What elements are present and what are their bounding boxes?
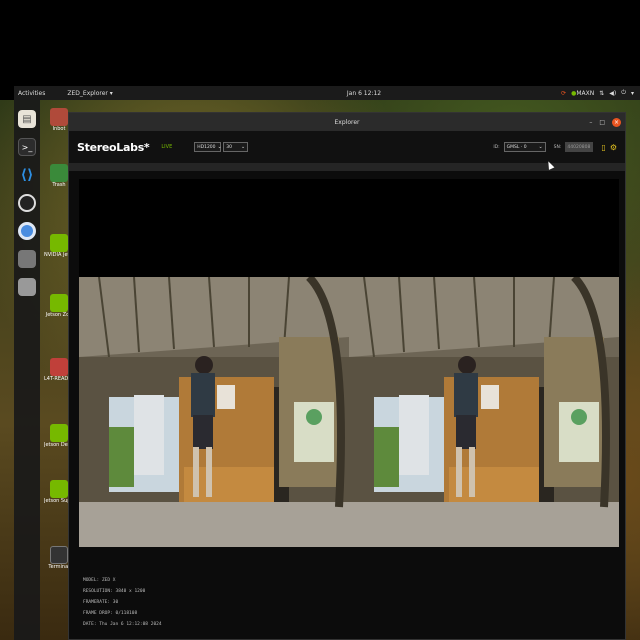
inbot-icon	[50, 108, 68, 126]
terminal-icon	[50, 546, 68, 564]
clock[interactable]: Jan 6 12:12	[334, 90, 394, 97]
window-titlebar[interactable]: Explorer – □ ×	[69, 113, 625, 131]
network-icon[interactable]: ⇅	[599, 90, 604, 97]
settings-gear-icon[interactable]: ⚙	[610, 143, 617, 152]
explorer-window: Explorer – □ × StereoLabs* LIVE HD1200 ⌄ …	[68, 112, 626, 640]
chevron-down-icon: ⌄	[538, 144, 543, 150]
system-tray[interactable]: ⟳ ●MAXN ⇅ ◀) ⏻ ▾	[561, 89, 634, 97]
live-indicator: LIVE	[161, 144, 173, 150]
info-model: MODEL: ZED X	[83, 578, 116, 583]
right-camera-scene	[349, 277, 619, 547]
camera-id-value: GMSL · 0	[506, 144, 527, 150]
app-menu[interactable]: ZED_Explorer ▾	[67, 90, 112, 97]
power-mode-label: MAXN	[576, 89, 595, 97]
vscode-icon[interactable]: ⟨⟩	[18, 166, 36, 184]
app-icon[interactable]	[18, 250, 36, 268]
files-icon[interactable]: ▤	[18, 110, 36, 128]
minimize-icon[interactable]: –	[589, 119, 592, 126]
chevron-down-icon: ⌄	[217, 144, 222, 150]
terminal-icon[interactable]: >_	[18, 138, 36, 156]
toolbar-divider	[69, 163, 625, 171]
camera-selector: ID: GMSL · 0 ⌄ SN: 44020808 ▯ ⚙	[493, 142, 617, 152]
sn-label: SN:	[553, 144, 562, 150]
window-title: Explorer	[334, 118, 360, 126]
fps-select[interactable]: 30 ⌄	[223, 142, 249, 152]
fps-value: 30	[226, 144, 232, 150]
chevron-down-icon: ⌄	[241, 144, 246, 150]
info-frame-drop: FRAME DROP: 0/118108	[83, 611, 138, 616]
disk-icon[interactable]	[18, 278, 36, 296]
update-icon[interactable]: ⟳	[561, 90, 566, 97]
close-icon[interactable]: ×	[612, 117, 621, 127]
record-icon[interactable]: ▯	[601, 143, 605, 152]
left-camera-image	[79, 277, 349, 547]
obs-icon[interactable]	[18, 194, 36, 212]
toolbar: StereoLabs* LIVE HD1200 ⌄ 30 ⌄ ID: GMSL · …	[69, 131, 625, 163]
left-camera-scene	[79, 277, 349, 547]
nvidia-icon	[50, 294, 68, 312]
trash-icon	[50, 164, 68, 182]
menu-chevron-icon[interactable]: ▾	[631, 90, 634, 97]
nvidia-icon	[50, 480, 68, 498]
camera-info-panel: MODEL: ZED X RESOLUTION: 3840 x 1200 FRA…	[83, 575, 162, 630]
serial-number-field: 44020808	[565, 142, 594, 152]
nvidia-power-icon[interactable]: ●MAXN	[571, 90, 594, 97]
info-date: DATE: Thu Jan 6 12:12:08 2024	[83, 622, 162, 627]
power-icon[interactable]: ⏻	[621, 89, 626, 97]
serial-number-value: 44020808	[567, 144, 591, 150]
right-camera-image	[349, 277, 619, 547]
resolution-select[interactable]: HD1200 ⌄	[194, 142, 222, 152]
info-framerate: FRAMERATE: 30	[83, 600, 119, 605]
nvidia-icon	[50, 234, 68, 252]
brand-logo: StereoLabs*	[77, 140, 150, 154]
top-bar: Activities ZED_Explorer ▾ Jan 6 12:12 ⟳ …	[14, 86, 640, 100]
info-resolution: RESOLUTION: 3840 x 1200	[83, 589, 146, 594]
resolution-value: HD1200	[197, 144, 216, 150]
maximize-icon[interactable]: □	[599, 119, 605, 126]
stereo-feed	[79, 277, 619, 547]
screen: Activities ZED_Explorer ▾ Jan 6 12:12 ⟳ …	[0, 0, 640, 640]
readme-icon	[50, 358, 68, 376]
nvidia-icon	[50, 424, 68, 442]
id-label: ID:	[493, 144, 500, 150]
activities-button[interactable]: Activities	[18, 90, 45, 97]
video-viewer[interactable]	[79, 179, 619, 547]
volume-icon[interactable]: ◀)	[609, 90, 616, 97]
chromium-icon[interactable]	[18, 222, 36, 240]
dock: ▤ >_ ⟨⟩	[14, 100, 40, 640]
camera-id-select[interactable]: GMSL · 0 ⌄	[503, 142, 546, 152]
